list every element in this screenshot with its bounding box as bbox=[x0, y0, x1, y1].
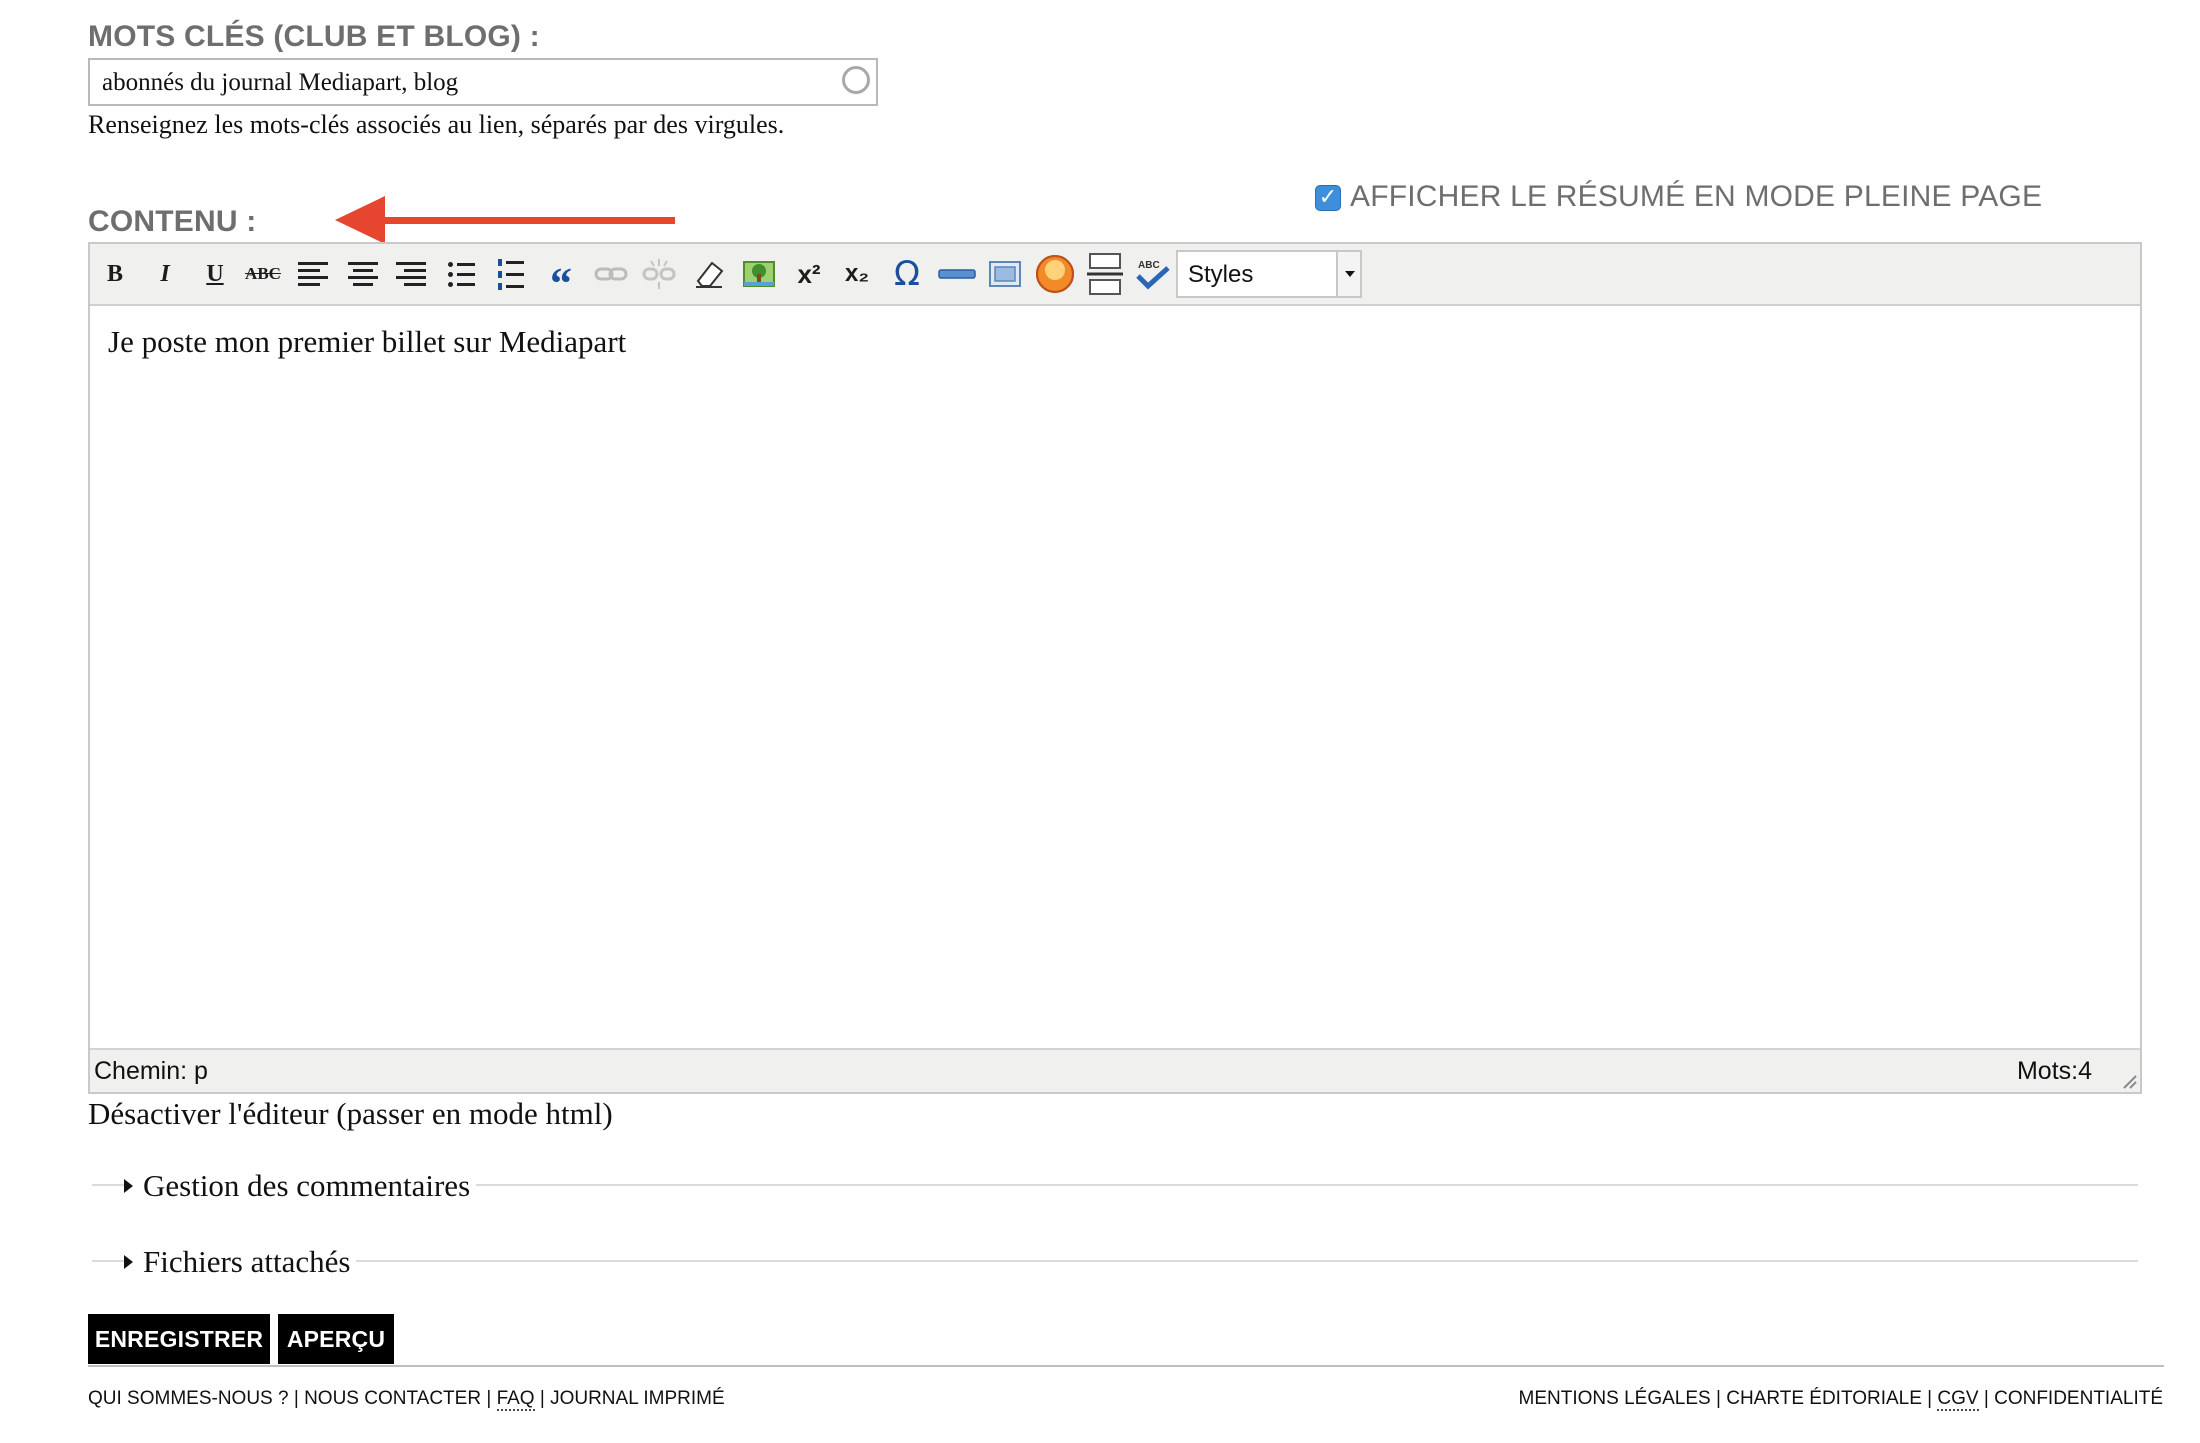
unlink-button[interactable] bbox=[636, 252, 682, 296]
section-divider bbox=[92, 1260, 2138, 1262]
editor-status-bar: Chemin: p Mots:4 bbox=[90, 1048, 2140, 1092]
align-left-button[interactable] bbox=[290, 252, 336, 296]
footer-right-links: MENTIONS LÉGALES | CHARTE ÉDITORIALE | C… bbox=[1518, 1388, 2163, 1411]
footer-link-contact[interactable]: NOUS CONTACTER bbox=[304, 1388, 481, 1409]
align-center-button[interactable] bbox=[340, 252, 386, 296]
element-path: Chemin: p bbox=[94, 1057, 208, 1085]
styles-dropdown-value: Styles bbox=[1188, 261, 1254, 288]
unlink-icon bbox=[642, 259, 676, 289]
keywords-help-text: Renseignez les mots-clés associés au lie… bbox=[88, 110, 785, 139]
embed-button[interactable] bbox=[1032, 252, 1078, 296]
superscript-button[interactable]: x² bbox=[786, 252, 832, 296]
summary-checkbox-label[interactable]: AFFICHER LE RÉSUMÉ EN MODE PLEINE PAGE bbox=[1350, 180, 2042, 214]
bold-button[interactable]: B bbox=[92, 252, 138, 296]
special-char-button[interactable]: Ω bbox=[884, 252, 930, 296]
clear-circle-icon[interactable] bbox=[842, 66, 870, 94]
link-icon bbox=[594, 267, 628, 281]
footer-link-privacy[interactable]: CONFIDENTIALITÉ bbox=[1994, 1388, 2163, 1409]
embed-circle-icon bbox=[1036, 255, 1074, 293]
align-left-icon bbox=[298, 262, 328, 286]
editor-content-area[interactable]: Je poste mon premier billet sur Mediapar… bbox=[90, 306, 2140, 1048]
preview-button[interactable]: APERÇU bbox=[278, 1314, 394, 1364]
styles-dropdown[interactable]: Styles bbox=[1176, 250, 1362, 298]
footer-link-print-journal[interactable]: JOURNAL IMPRIMÉ bbox=[550, 1388, 725, 1409]
chevron-down-icon[interactable] bbox=[1336, 252, 1360, 296]
section-toggle-attachments[interactable]: Fichiers attachés bbox=[124, 1242, 357, 1282]
media-icon bbox=[989, 261, 1021, 287]
keywords-label: MOTS CLÉS (CLUB ET BLOG) : bbox=[88, 20, 540, 53]
word-count: Mots:4 bbox=[2016, 1057, 2092, 1085]
align-center-icon bbox=[348, 262, 378, 286]
footer-link-cgv[interactable]: CGV bbox=[1937, 1388, 1979, 1411]
link-button[interactable] bbox=[588, 252, 634, 296]
footer-link-faq[interactable]: FAQ bbox=[496, 1388, 535, 1411]
footer-link-legal[interactable]: MENTIONS LÉGALES bbox=[1519, 1388, 1711, 1409]
section-toggle-comments[interactable]: Gestion des commentaires bbox=[124, 1166, 477, 1206]
footer-left-links: QUI SOMMES-NOUS ? | NOUS CONTACTER | FAQ… bbox=[88, 1388, 725, 1411]
horizontal-rule-icon bbox=[938, 269, 976, 279]
editor-paragraph[interactable]: Je poste mon premier billet sur Mediapar… bbox=[108, 324, 2122, 360]
resize-handle-icon[interactable] bbox=[2120, 1072, 2138, 1090]
insert-image-button[interactable] bbox=[736, 252, 782, 296]
subscript-button[interactable]: x₂ bbox=[834, 252, 880, 296]
remove-format-button[interactable] bbox=[686, 252, 732, 296]
triangle-right-icon bbox=[124, 1255, 133, 1269]
eraser-icon bbox=[696, 261, 724, 288]
section-label-comments: Gestion des commentaires bbox=[143, 1168, 471, 1203]
spellcheck-button[interactable]: ABC bbox=[1130, 252, 1176, 296]
numbered-list-button[interactable] bbox=[488, 252, 534, 296]
content-label: CONTENU : bbox=[88, 205, 257, 238]
underline-button[interactable]: U bbox=[192, 252, 238, 296]
align-right-icon bbox=[396, 262, 426, 286]
horizontal-rule-button[interactable] bbox=[934, 252, 980, 296]
image-icon bbox=[743, 261, 775, 287]
bullet-list-button[interactable] bbox=[438, 252, 484, 296]
svg-text:ABC: ABC bbox=[1138, 260, 1160, 271]
footer-link-editorial-charter[interactable]: CHARTE ÉDITORIALE bbox=[1726, 1388, 1922, 1409]
summary-checkbox[interactable]: ✓ bbox=[1315, 185, 1341, 211]
rich-text-editor: B I U ABC “ x² x₂ Ω ABC Styles Je poste … bbox=[88, 242, 2142, 1094]
triangle-right-icon bbox=[124, 1179, 133, 1193]
numbered-list-icon bbox=[498, 258, 524, 290]
section-label-attachments: Fichiers attachés bbox=[143, 1244, 351, 1279]
page-break-button[interactable] bbox=[1082, 252, 1128, 296]
blockquote-button[interactable]: “ bbox=[538, 252, 584, 308]
keywords-input[interactable]: abonnés du journal Mediapart, blog bbox=[88, 58, 878, 106]
media-button[interactable] bbox=[982, 252, 1028, 296]
spellcheck-icon: ABC bbox=[1136, 260, 1170, 290]
editor-toolbar: B I U ABC “ x² x₂ Ω ABC Styles bbox=[90, 244, 2140, 308]
page-break-icon bbox=[1087, 253, 1123, 295]
align-right-button[interactable] bbox=[388, 252, 434, 296]
footer-divider bbox=[88, 1365, 2164, 1367]
save-button[interactable]: ENREGISTRER bbox=[88, 1314, 270, 1364]
italic-button[interactable]: I bbox=[142, 252, 188, 296]
strikethrough-button[interactable]: ABC bbox=[240, 252, 286, 296]
disable-editor-link[interactable]: Désactiver l'éditeur (passer en mode htm… bbox=[88, 1096, 613, 1132]
footer-link-about[interactable]: QUI SOMMES-NOUS ? bbox=[88, 1388, 289, 1409]
bullet-list-icon bbox=[447, 261, 475, 287]
